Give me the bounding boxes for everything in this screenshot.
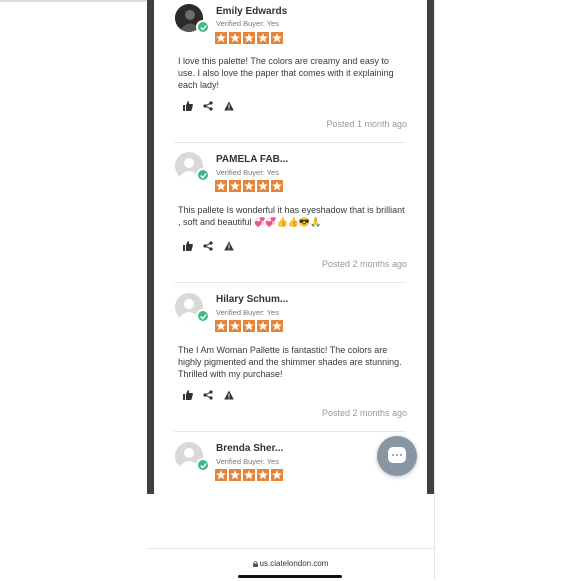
chat-button[interactable] [377, 436, 417, 476]
verified-buyer-label: Verified Buyer: Yes [216, 457, 279, 466]
report-warning-icon[interactable] [224, 241, 234, 251]
lock-icon [252, 560, 258, 567]
star-icon [229, 32, 241, 44]
star-icon [271, 32, 283, 44]
share-icon[interactable] [203, 241, 214, 251]
url-display[interactable]: us.ciatelondon.com [147, 559, 434, 568]
posted-date: Posted 1 month ago [326, 119, 407, 129]
reviewer-name: PAMELA FAB... [216, 154, 289, 165]
star-icon [271, 469, 283, 481]
url-text: us.ciatelondon.com [259, 559, 329, 568]
verified-buyer-label: Verified Buyer: Yes [216, 308, 279, 317]
thumbs-up-icon[interactable] [183, 101, 193, 111]
posted-date: Posted 2 months ago [321, 259, 407, 269]
star-rating [215, 32, 285, 46]
posted-date: Posted 2 months ago [321, 408, 407, 418]
review-body: This pallete Is wonderful it has eyeshad… [178, 205, 405, 227]
reviews-list: Emily Edwards Verified Buyer: Yes I love… [154, 0, 427, 494]
thumbs-up-icon[interactable] [183, 241, 193, 251]
star-icon [271, 320, 283, 332]
star-icon [271, 180, 283, 192]
reviewer-name: Emily Edwards [216, 6, 288, 17]
star-icon [257, 180, 269, 192]
star-icon [229, 469, 241, 481]
chat-bubble-icon [388, 447, 406, 463]
review-divider [174, 282, 406, 283]
review-actions [183, 390, 240, 402]
share-icon[interactable] [203, 390, 214, 400]
star-icon [243, 320, 255, 332]
verified-check-icon [196, 309, 210, 323]
page-right-border [427, 0, 434, 494]
report-warning-icon[interactable] [224, 101, 234, 111]
star-icon [243, 180, 255, 192]
right-margin [434, 0, 580, 580]
review-actions [183, 241, 240, 253]
star-icon [243, 469, 255, 481]
star-icon [243, 32, 255, 44]
verified-buyer-label: Verified Buyer: Yes [216, 168, 279, 177]
star-icon [257, 320, 269, 332]
share-icon[interactable] [203, 101, 214, 111]
review-body: The I Am Woman Pallette is fantastic! Th… [178, 345, 402, 379]
star-rating [215, 320, 285, 334]
reviewer-name: Hilary Schum... [216, 294, 289, 305]
thumbs-up-icon[interactable] [183, 390, 193, 400]
review-actions [183, 101, 240, 113]
reviewer-name: Brenda Sher... [216, 443, 284, 454]
star-icon [215, 320, 227, 332]
star-icon [257, 469, 269, 481]
star-icon [257, 32, 269, 44]
home-indicator[interactable] [238, 575, 342, 578]
star-icon [215, 32, 227, 44]
star-rating [215, 469, 285, 483]
review-divider [174, 142, 406, 143]
verified-check-icon [196, 20, 210, 34]
star-icon [215, 180, 227, 192]
verified-buyer-label: Verified Buyer: Yes [216, 19, 279, 28]
star-icon [215, 469, 227, 481]
report-warning-icon[interactable] [224, 390, 234, 400]
star-icon [229, 320, 241, 332]
verified-check-icon [196, 168, 210, 182]
page-left-border [147, 0, 154, 494]
star-rating [215, 180, 285, 194]
review-body: I love this palette! The colors are crea… [178, 56, 394, 90]
review-divider [174, 431, 406, 432]
star-icon [229, 180, 241, 192]
verified-check-icon [196, 458, 210, 472]
